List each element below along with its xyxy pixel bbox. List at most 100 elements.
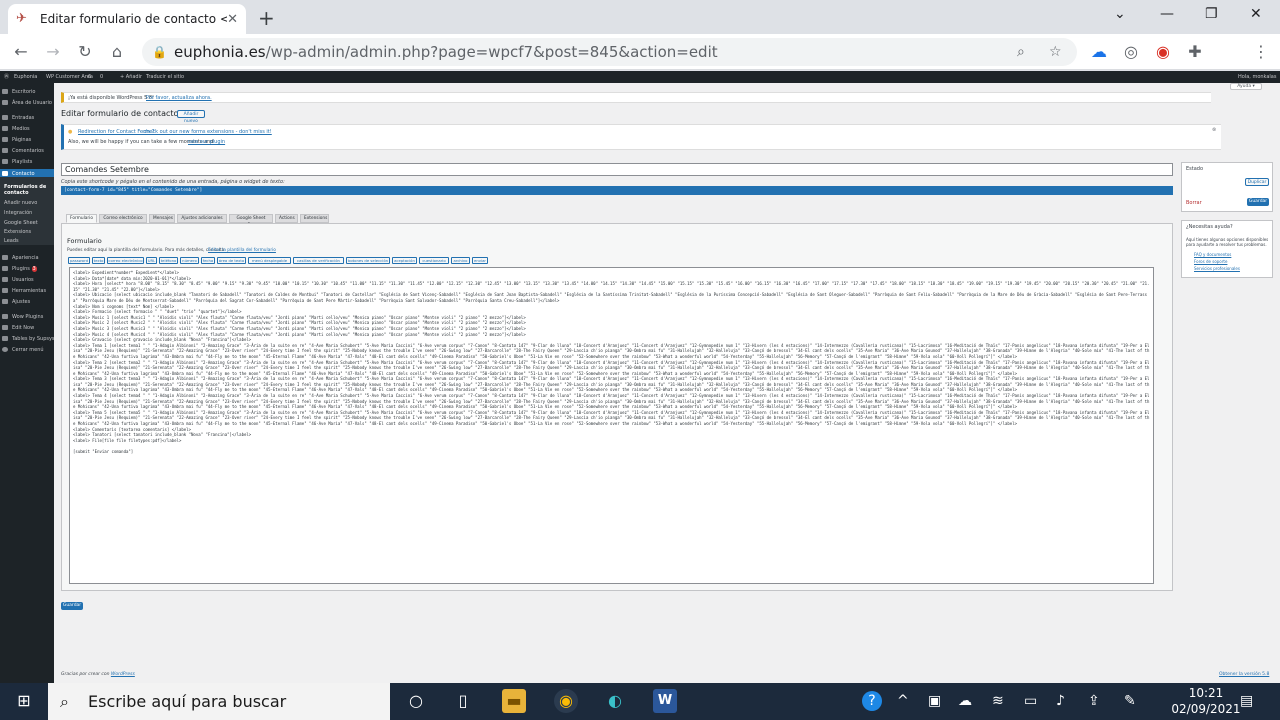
menu-apariencia[interactable]: Apariencia xyxy=(2,255,39,261)
tag-radio-button[interactable]: botones de selección xyxy=(346,257,390,264)
save-button-bottom[interactable]: Guardar xyxy=(61,602,83,610)
adminbar-count2[interactable]: 0 xyxy=(100,71,103,83)
delete-link[interactable]: Borrar xyxy=(1186,200,1202,206)
tag-fecha-button[interactable]: fecha xyxy=(201,257,215,264)
adminbar-greeting[interactable]: Hola, monkalas xyxy=(1238,71,1276,83)
footer-version[interactable]: Obtener la versión 5.8 xyxy=(1219,672,1269,677)
help-tray-icon[interactable]: ? xyxy=(862,691,882,711)
tab-mensajes[interactable]: Mensajes xyxy=(149,214,175,223)
wifi-icon[interactable]: ≋ xyxy=(992,693,1004,709)
close-tab-icon[interactable]: ✕ xyxy=(227,12,238,27)
file-explorer-icon[interactable]: ▬ xyxy=(502,689,526,713)
menu-area-usuario[interactable]: Área de Usuario xyxy=(2,100,52,106)
tab-search-icon[interactable]: ⌄ xyxy=(1114,6,1126,22)
forward-icon[interactable]: → xyxy=(42,41,64,63)
taskbar-clock[interactable]: 10:21 02/09/2021 xyxy=(1170,685,1242,717)
chrome-icon[interactable]: ◉ xyxy=(554,689,578,713)
menu-entradas[interactable]: Entradas xyxy=(2,115,34,121)
new-tab-button[interactable]: + xyxy=(258,6,275,30)
submenu-formularios[interactable]: Formularios de contacto xyxy=(4,184,54,196)
footer-wp-link[interactable]: WordPress xyxy=(111,672,135,677)
submenu-anadir[interactable]: Añadir nuevo xyxy=(4,200,37,206)
volume-icon[interactable]: ♪ xyxy=(1056,693,1065,709)
submenu-google-sheet[interactable]: Google Sheet xyxy=(4,220,38,226)
menu-ajustes[interactable]: Ajustes xyxy=(2,299,30,305)
adminbar-wp-customer[interactable]: WP Customer Area xyxy=(46,71,93,83)
tag-texto-button[interactable]: texto xyxy=(92,257,105,264)
menu-playlists[interactable]: Playlists xyxy=(2,159,32,165)
tag-numero-button[interactable]: número xyxy=(180,257,199,264)
tag-checkbox-button[interactable]: casillas de verificación xyxy=(293,257,344,264)
cloud-extension-icon[interactable]: ☁ xyxy=(1088,41,1110,63)
help-link-faq[interactable]: FAQ y documentos xyxy=(1194,252,1231,257)
help-link-services[interactable]: Servicios profesionales xyxy=(1194,266,1240,271)
reload-icon[interactable]: ↻ xyxy=(74,41,96,63)
submenu-leads[interactable]: Leads xyxy=(4,238,19,244)
menu-herramientas[interactable]: Herramientas xyxy=(2,288,46,294)
minimize-button[interactable]: — xyxy=(1160,6,1174,22)
restore-button[interactable]: ❐ xyxy=(1205,6,1218,22)
panel-link[interactable]: Editar la plantilla del formulario xyxy=(208,248,276,253)
tag-email-button[interactable]: correo electrónico xyxy=(107,257,144,264)
menu-plugins[interactable]: Plugins 3 xyxy=(2,266,37,272)
device-tray-icon[interactable]: ▣ xyxy=(928,693,941,709)
menu-tables[interactable]: Tables by Supsystic xyxy=(2,336,61,342)
tag-submit-button[interactable]: enviar xyxy=(472,257,488,264)
tab-actions[interactable]: Actions xyxy=(275,214,298,223)
tab-formulario[interactable]: Formulario xyxy=(66,214,97,223)
task-view-icon[interactable]: ▯ xyxy=(451,689,475,713)
tag-select-button[interactable]: menú desplegable xyxy=(248,257,291,264)
tab-google-sheet[interactable]: Google Sheet Pro xyxy=(229,214,273,228)
headphones-extension-icon[interactable]: ◉ xyxy=(1152,41,1174,63)
wp-logo-icon[interactable]: Ⓦ xyxy=(4,71,9,83)
bookmark-star-icon[interactable]: ☆ xyxy=(1049,38,1062,66)
menu-dots-icon[interactable]: ⋮ xyxy=(1250,41,1272,63)
back-icon[interactable]: ← xyxy=(10,41,32,63)
menu-edit-now[interactable]: Edit Now xyxy=(2,325,34,331)
add-new-button[interactable]: Añadir nuevo xyxy=(177,110,205,124)
menu-medios[interactable]: Medios xyxy=(2,126,30,132)
tag-acceptance-button[interactable]: aceptación xyxy=(392,257,417,264)
rate-link[interactable]: rate our plugin xyxy=(188,139,225,145)
shortcode-field[interactable]: [contact-form-7 id="845" title="Comandes… xyxy=(61,186,1173,195)
adminbar-add[interactable]: + Añadir xyxy=(120,71,142,83)
tag-password-button[interactable]: password xyxy=(68,257,90,264)
dismiss-icon[interactable]: ⊗ xyxy=(1212,127,1216,133)
menu-comentarios[interactable]: Comentarios xyxy=(2,148,44,154)
tab-extensions[interactable]: Extensions xyxy=(300,214,329,223)
extension-icon[interactable]: ◎ xyxy=(1120,41,1142,63)
tab-ajustes-adicionales[interactable]: Ajustes adicionales xyxy=(177,214,227,223)
update-link[interactable]: Por favor, actualiza ahora. xyxy=(146,95,212,101)
chevron-up-icon[interactable]: ^ xyxy=(897,693,909,709)
cortana-icon[interactable]: ○ xyxy=(404,689,428,713)
help-link-forums[interactable]: Foros de soporte xyxy=(1194,259,1227,264)
zoom-search-icon[interactable]: ⌕ xyxy=(1017,38,1025,66)
save-button[interactable]: Guardar xyxy=(1247,198,1269,206)
upload-icon[interactable]: ⇪ xyxy=(1088,693,1100,709)
menu-collapse[interactable]: Cerrar menú xyxy=(2,347,44,353)
notifications-icon[interactable]: ▤ xyxy=(1240,693,1253,709)
word-icon[interactable]: W xyxy=(653,689,677,713)
duplicate-button[interactable]: Duplicar xyxy=(1245,178,1269,186)
adminbar-translate[interactable]: Traducir el sitio xyxy=(146,71,184,83)
form-title-input[interactable]: Comandes Setembre xyxy=(61,163,1173,176)
tag-quiz-button[interactable]: cuestionario xyxy=(419,257,449,264)
extensions-puzzle-icon[interactable]: ✚ xyxy=(1184,41,1206,63)
submenu-extensions[interactable]: Extensions xyxy=(4,229,31,235)
tab-correo[interactable]: Correo electrónico xyxy=(99,214,147,223)
pen-icon[interactable]: ✎ xyxy=(1124,693,1136,709)
browser-tab[interactable]: ✈ Editar formulario de contacto < Eu ✕ xyxy=(8,4,246,34)
tag-url-button[interactable]: URL xyxy=(146,257,157,264)
help-tab[interactable]: Ayuda ▾ xyxy=(1230,83,1262,90)
onedrive-icon[interactable]: ☁ xyxy=(958,693,972,709)
form-template-editor[interactable]: <label> Expedient*number* Expedient*</la… xyxy=(69,267,1154,584)
battery-icon[interactable]: ▭ xyxy=(1024,693,1037,709)
edge-icon[interactable]: ◐ xyxy=(603,689,627,713)
windows-start-icon[interactable]: ⊞ xyxy=(12,689,36,713)
tag-telefono-button[interactable]: teléfono xyxy=(159,257,178,264)
home-icon[interactable]: ⌂ xyxy=(106,41,128,63)
close-window-button[interactable]: ✕ xyxy=(1250,6,1262,22)
menu-paginas[interactable]: Páginas xyxy=(2,137,31,143)
taskbar-search[interactable]: ⌕ Escribe aquí para buscar xyxy=(48,683,390,720)
tag-textarea-button[interactable]: área de texto xyxy=(217,257,246,264)
